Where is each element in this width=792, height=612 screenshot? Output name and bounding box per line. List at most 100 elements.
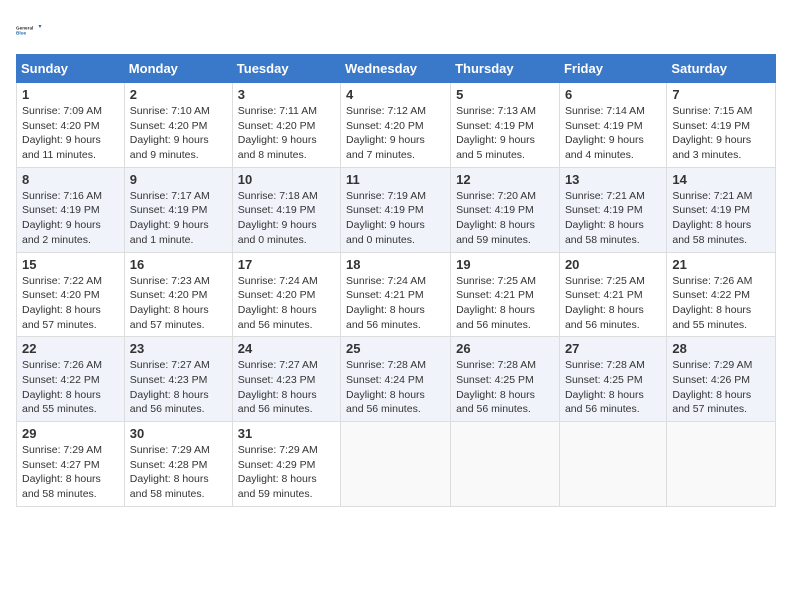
calendar-cell: 19 Sunrise: 7:25 AMSunset: 4:21 PMDayligh… — [451, 252, 560, 337]
cell-info: Sunrise: 7:27 AMSunset: 4:23 PMDaylight:… — [238, 358, 335, 417]
calendar-cell: 16 Sunrise: 7:23 AMSunset: 4:20 PMDayligh… — [124, 252, 232, 337]
calendar-cell: 23Sunrise: 7:27 AMSunset: 4:23 PMDayligh… — [124, 337, 232, 422]
cell-info: Sunrise: 7:19 AMSunset: 4:19 PMDaylight:… — [346, 189, 445, 248]
calendar-cell: 10 Sunrise: 7:18 AMSunset: 4:19 PMDayligh… — [232, 167, 340, 252]
calendar-cell: 7 Sunrise: 7:15 AMSunset: 4:19 PMDaylight… — [667, 83, 776, 168]
cell-info: Sunrise: 7:11 AMSunset: 4:20 PMDaylight:… — [238, 104, 335, 163]
day-number: 4 — [346, 87, 445, 102]
cell-info: Sunrise: 7:10 AMSunset: 4:20 PMDaylight:… — [130, 104, 227, 163]
day-header-thursday: Thursday — [451, 55, 560, 83]
calendar-cell: 13 Sunrise: 7:21 AMSunset: 4:19 PMDayligh… — [559, 167, 666, 252]
cell-info: Sunrise: 7:29 AMSunset: 4:27 PMDaylight:… — [22, 443, 119, 502]
day-number: 20 — [565, 257, 661, 272]
calendar-cell: 24 Sunrise: 7:27 AMSunset: 4:23 PMDayligh… — [232, 337, 340, 422]
cell-info: Sunrise: 7:12 AMSunset: 4:20 PMDaylight:… — [346, 104, 445, 163]
cell-info: Sunrise: 7:13 AMSunset: 4:19 PMDaylight:… — [456, 104, 554, 163]
cell-info: Sunrise: 7:27 AMSunset: 4:23 PMDaylight:… — [130, 358, 227, 417]
cell-info: Sunrise: 7:18 AMSunset: 4:19 PMDaylight:… — [238, 189, 335, 248]
day-header-sunday: Sunday — [17, 55, 125, 83]
day-number: 21 — [672, 257, 770, 272]
logo-icon: General Blue — [16, 16, 44, 44]
day-header-saturday: Saturday — [667, 55, 776, 83]
day-number: 11 — [346, 172, 445, 187]
week-row-5: 29Sunrise: 7:29 AMSunset: 4:27 PMDayligh… — [17, 422, 776, 507]
calendar-cell: 9 Sunrise: 7:17 AMSunset: 4:19 PMDaylight… — [124, 167, 232, 252]
day-number: 28 — [672, 341, 770, 356]
svg-text:General: General — [16, 25, 33, 30]
calendar-cell: 4 Sunrise: 7:12 AMSunset: 4:20 PMDaylight… — [341, 83, 451, 168]
calendar-cell — [451, 422, 560, 507]
cell-info: Sunrise: 7:15 AMSunset: 4:19 PMDaylight:… — [672, 104, 770, 163]
day-number: 7 — [672, 87, 770, 102]
calendar-cell: 2Sunrise: 7:10 AMSunset: 4:20 PMDaylight… — [124, 83, 232, 168]
week-row-2: 8 Sunrise: 7:16 AMSunset: 4:19 PMDaylight… — [17, 167, 776, 252]
day-number: 13 — [565, 172, 661, 187]
day-number: 27 — [565, 341, 661, 356]
cell-info: Sunrise: 7:24 AMSunset: 4:20 PMDaylight:… — [238, 274, 335, 333]
cell-info: Sunrise: 7:09 AMSunset: 4:20 PMDaylight:… — [22, 104, 119, 163]
day-header-monday: Monday — [124, 55, 232, 83]
cell-info: Sunrise: 7:22 AMSunset: 4:20 PMDaylight:… — [22, 274, 119, 333]
day-number: 22 — [22, 341, 119, 356]
day-number: 9 — [130, 172, 227, 187]
day-number: 30 — [130, 426, 227, 441]
calendar-cell: 30Sunrise: 7:29 AMSunset: 4:28 PMDayligh… — [124, 422, 232, 507]
calendar-cell: 15 Sunrise: 7:22 AMSunset: 4:20 PMDayligh… — [17, 252, 125, 337]
week-row-3: 15 Sunrise: 7:22 AMSunset: 4:20 PMDayligh… — [17, 252, 776, 337]
calendar-cell: 27Sunrise: 7:28 AMSunset: 4:25 PMDayligh… — [559, 337, 666, 422]
day-number: 12 — [456, 172, 554, 187]
day-number: 1 — [22, 87, 119, 102]
cell-info: Sunrise: 7:28 AMSunset: 4:24 PMDaylight:… — [346, 358, 445, 417]
calendar-cell: 26 Sunrise: 7:28 AMSunset: 4:25 PMDayligh… — [451, 337, 560, 422]
day-number: 31 — [238, 426, 335, 441]
calendar-cell: 25 Sunrise: 7:28 AMSunset: 4:24 PMDayligh… — [341, 337, 451, 422]
cell-info: Sunrise: 7:28 AMSunset: 4:25 PMDaylight:… — [456, 358, 554, 417]
calendar-cell — [341, 422, 451, 507]
day-number: 5 — [456, 87, 554, 102]
calendar-cell: 18Sunrise: 7:24 AMSunset: 4:21 PMDayligh… — [341, 252, 451, 337]
calendar-cell: 31 Sunrise: 7:29 AMSunset: 4:29 PMDayligh… — [232, 422, 340, 507]
calendar-cell: 29Sunrise: 7:29 AMSunset: 4:27 PMDayligh… — [17, 422, 125, 507]
cell-info: Sunrise: 7:29 AMSunset: 4:26 PMDaylight:… — [672, 358, 770, 417]
page-header: General Blue — [16, 16, 776, 44]
calendar-cell: 11 Sunrise: 7:19 AMSunset: 4:19 PMDayligh… — [341, 167, 451, 252]
cell-info: Sunrise: 7:26 AMSunset: 4:22 PMDaylight:… — [22, 358, 119, 417]
week-row-4: 22 Sunrise: 7:26 AMSunset: 4:22 PMDayligh… — [17, 337, 776, 422]
cell-info: Sunrise: 7:25 AMSunset: 4:21 PMDaylight:… — [456, 274, 554, 333]
calendar-table: SundayMondayTuesdayWednesdayThursdayFrid… — [16, 54, 776, 507]
svg-text:Blue: Blue — [16, 30, 27, 35]
calendar-cell: 1 Sunrise: 7:09 AMSunset: 4:20 PMDaylight… — [17, 83, 125, 168]
day-number: 17 — [238, 257, 335, 272]
cell-info: Sunrise: 7:20 AMSunset: 4:19 PMDaylight:… — [456, 189, 554, 248]
cell-info: Sunrise: 7:17 AMSunset: 4:19 PMDaylight:… — [130, 189, 227, 248]
day-number: 8 — [22, 172, 119, 187]
day-number: 10 — [238, 172, 335, 187]
calendar-cell: 28 Sunrise: 7:29 AMSunset: 4:26 PMDayligh… — [667, 337, 776, 422]
day-header-friday: Friday — [559, 55, 666, 83]
logo: General Blue — [16, 16, 44, 44]
cell-info: Sunrise: 7:26 AMSunset: 4:22 PMDaylight:… — [672, 274, 770, 333]
cell-info: Sunrise: 7:21 AMSunset: 4:19 PMDaylight:… — [565, 189, 661, 248]
calendar-cell: 12 Sunrise: 7:20 AMSunset: 4:19 PMDayligh… — [451, 167, 560, 252]
day-number: 24 — [238, 341, 335, 356]
cell-info: Sunrise: 7:25 AMSunset: 4:21 PMDaylight:… — [565, 274, 661, 333]
day-header-wednesday: Wednesday — [341, 55, 451, 83]
calendar-cell: 17 Sunrise: 7:24 AMSunset: 4:20 PMDayligh… — [232, 252, 340, 337]
day-number: 26 — [456, 341, 554, 356]
day-header-tuesday: Tuesday — [232, 55, 340, 83]
cell-info: Sunrise: 7:23 AMSunset: 4:20 PMDaylight:… — [130, 274, 227, 333]
day-number: 15 — [22, 257, 119, 272]
calendar-cell: 21 Sunrise: 7:26 AMSunset: 4:22 PMDayligh… — [667, 252, 776, 337]
day-number: 18 — [346, 257, 445, 272]
cell-info: Sunrise: 7:29 AMSunset: 4:29 PMDaylight:… — [238, 443, 335, 502]
cell-info: Sunrise: 7:14 AMSunset: 4:19 PMDaylight:… — [565, 104, 661, 163]
day-number: 19 — [456, 257, 554, 272]
day-number: 25 — [346, 341, 445, 356]
day-number: 16 — [130, 257, 227, 272]
calendar-cell — [559, 422, 666, 507]
calendar-cell: 22 Sunrise: 7:26 AMSunset: 4:22 PMDayligh… — [17, 337, 125, 422]
calendar-cell: 20 Sunrise: 7:25 AMSunset: 4:21 PMDayligh… — [559, 252, 666, 337]
calendar-cell: 5 Sunrise: 7:13 AMSunset: 4:19 PMDaylight… — [451, 83, 560, 168]
calendar-cell: 8 Sunrise: 7:16 AMSunset: 4:19 PMDaylight… — [17, 167, 125, 252]
cell-info: Sunrise: 7:16 AMSunset: 4:19 PMDaylight:… — [22, 189, 119, 248]
